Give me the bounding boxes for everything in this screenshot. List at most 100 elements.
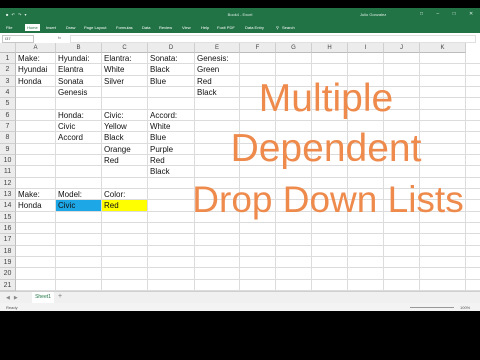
select-all-corner[interactable] — [0, 43, 16, 53]
row-header-16[interactable]: 16 — [0, 222, 16, 235]
cell-b6[interactable]: Honda: — [56, 110, 84, 120]
add-sheet-button[interactable]: + — [58, 293, 62, 300]
cell-b8[interactable]: Accord — [56, 132, 83, 142]
cell-d7[interactable]: White — [148, 121, 170, 131]
overlay-title-line-1: Multiple — [258, 77, 394, 120]
cell-c9[interactable]: Orange — [102, 144, 131, 154]
tab-view[interactable]: View — [182, 25, 191, 30]
gridline-horizontal — [16, 233, 480, 235]
cell-b3[interactable]: Sonata — [56, 76, 83, 86]
sheet-nav-arrows[interactable]: ◀▶ — [6, 295, 22, 301]
tab-review[interactable]: Review — [159, 25, 172, 30]
tab-formulas[interactable]: Formulas — [116, 25, 133, 30]
row-header-19[interactable]: 19 — [0, 256, 16, 269]
tab-home[interactable]: Home — [25, 24, 40, 31]
cell-a3[interactable]: Honda — [16, 76, 42, 86]
cell-c2[interactable]: White — [102, 64, 124, 74]
formula-input[interactable] — [70, 35, 476, 43]
column-header-b[interactable]: B — [56, 43, 102, 53]
column-header-d[interactable]: D — [148, 43, 195, 53]
tab-page-layout[interactable]: Page Layout — [84, 25, 106, 30]
tab-draw[interactable]: Draw — [66, 25, 75, 30]
cell-a13[interactable]: Make: — [16, 189, 40, 199]
row-header-12[interactable]: 12 — [0, 177, 16, 189]
column-header-c[interactable]: C — [102, 43, 148, 53]
row-header-11[interactable]: 11 — [0, 166, 16, 178]
tab-file[interactable]: File — [6, 25, 12, 30]
cell-a2[interactable]: Hyundai — [16, 64, 47, 74]
cell-a14[interactable]: Honda — [16, 200, 42, 210]
cell-d8[interactable]: Blue — [148, 132, 166, 142]
letterbox-bottom — [0, 311, 480, 360]
column-header-i[interactable]: I — [348, 43, 384, 53]
column-header-e[interactable]: E — [195, 43, 240, 53]
title-bar: ■ ↶ ↷ ▾ Book4 - Excel Julio Gonzalez □ –… — [0, 8, 480, 22]
cell-c10[interactable]: Red — [102, 155, 119, 165]
row-header-15[interactable]: 15 — [0, 211, 16, 223]
window-controls[interactable]: □ – □ ✕ — [420, 11, 479, 17]
user-name[interactable]: Julio Gonzalez — [360, 12, 386, 17]
zoom-level[interactable]: 100% — [460, 305, 470, 310]
search-box[interactable]: Search — [282, 25, 295, 30]
cell-d3[interactable]: Blue — [148, 76, 166, 86]
cell-b14[interactable]: Civic — [56, 200, 101, 211]
cell-a1[interactable]: Make: — [16, 53, 40, 63]
cell-b1[interactable]: Hyundai: — [56, 53, 90, 63]
column-header-j[interactable]: J — [384, 43, 420, 53]
overlay-title-line-2: Dependent — [230, 127, 422, 170]
cell-b4[interactable]: Genesis — [56, 87, 87, 97]
cell-d2[interactable]: Black — [148, 64, 170, 74]
row-header-10[interactable]: 10 — [0, 154, 16, 167]
row-header-6[interactable]: 6 — [0, 109, 16, 121]
overlay-title-line-3: Drop Down Lists — [192, 179, 464, 220]
row-header-8[interactable]: 8 — [0, 132, 16, 144]
row-header-17[interactable]: 17 — [0, 234, 16, 246]
column-header-a[interactable]: A — [16, 43, 56, 53]
cell-d1[interactable]: Sonata: — [148, 53, 178, 63]
column-header-k[interactable]: K — [420, 43, 466, 53]
cell-b13[interactable]: Model: — [56, 189, 82, 199]
gridline-horizontal — [16, 278, 480, 280]
row-header-20[interactable]: 20 — [0, 268, 16, 280]
column-header-f[interactable]: F — [240, 43, 276, 53]
tab-help[interactable]: Help — [201, 25, 209, 30]
cell-e2[interactable]: Green — [195, 64, 219, 74]
row-header-3[interactable]: 3 — [0, 75, 16, 87]
row-header-14[interactable]: 14 — [0, 200, 16, 212]
cell-e1[interactable]: Genesis: — [195, 53, 229, 63]
row-header-1[interactable]: 1 — [0, 53, 16, 65]
cell-d11[interactable]: Black — [148, 166, 170, 176]
row-header-13[interactable]: 13 — [0, 188, 16, 201]
cell-d10[interactable]: Red — [148, 155, 165, 165]
row-header-7[interactable]: 7 — [0, 120, 16, 133]
name-box[interactable]: I37 — [2, 35, 34, 43]
fx-icon[interactable]: fx — [58, 35, 61, 40]
cell-c13[interactable]: Color: — [102, 189, 125, 199]
row-header-2[interactable]: 2 — [0, 64, 16, 76]
cell-c14[interactable]: Red — [102, 200, 147, 211]
column-header-h[interactable]: H — [312, 43, 348, 53]
cell-c8[interactable]: Black — [102, 132, 124, 142]
cell-d6[interactable]: Accord: — [148, 110, 177, 120]
tab-data-entry[interactable]: Data Entry — [245, 25, 264, 30]
tab-foxit-pdf[interactable]: Foxit PDF — [217, 25, 235, 30]
row-header-18[interactable]: 18 — [0, 245, 16, 257]
cell-c7[interactable]: Yellow — [102, 121, 127, 131]
row-header-21[interactable]: 21 — [0, 279, 16, 291]
cell-c3[interactable]: Silver — [102, 76, 124, 86]
zoom-slider[interactable] — [410, 307, 454, 308]
document-title: Book4 - Excel — [227, 12, 253, 17]
tab-insert[interactable]: Insert — [46, 25, 56, 30]
tab-data[interactable]: Data — [142, 25, 150, 30]
row-header-5[interactable]: 5 — [0, 98, 16, 110]
row-header-9[interactable]: 9 — [0, 143, 16, 155]
search-icon[interactable]: ⚲ — [276, 25, 279, 30]
cell-b2[interactable]: Elantra — [56, 64, 83, 74]
cell-c6[interactable]: Civic: — [102, 110, 124, 120]
cell-d9[interactable]: Purple — [148, 144, 173, 154]
row-header-4[interactable]: 4 — [0, 86, 16, 99]
cell-b7[interactable]: Civic — [56, 121, 75, 131]
gridline-horizontal — [16, 267, 480, 269]
cell-c1[interactable]: Elantra: — [102, 53, 132, 63]
column-header-g[interactable]: G — [276, 43, 312, 53]
